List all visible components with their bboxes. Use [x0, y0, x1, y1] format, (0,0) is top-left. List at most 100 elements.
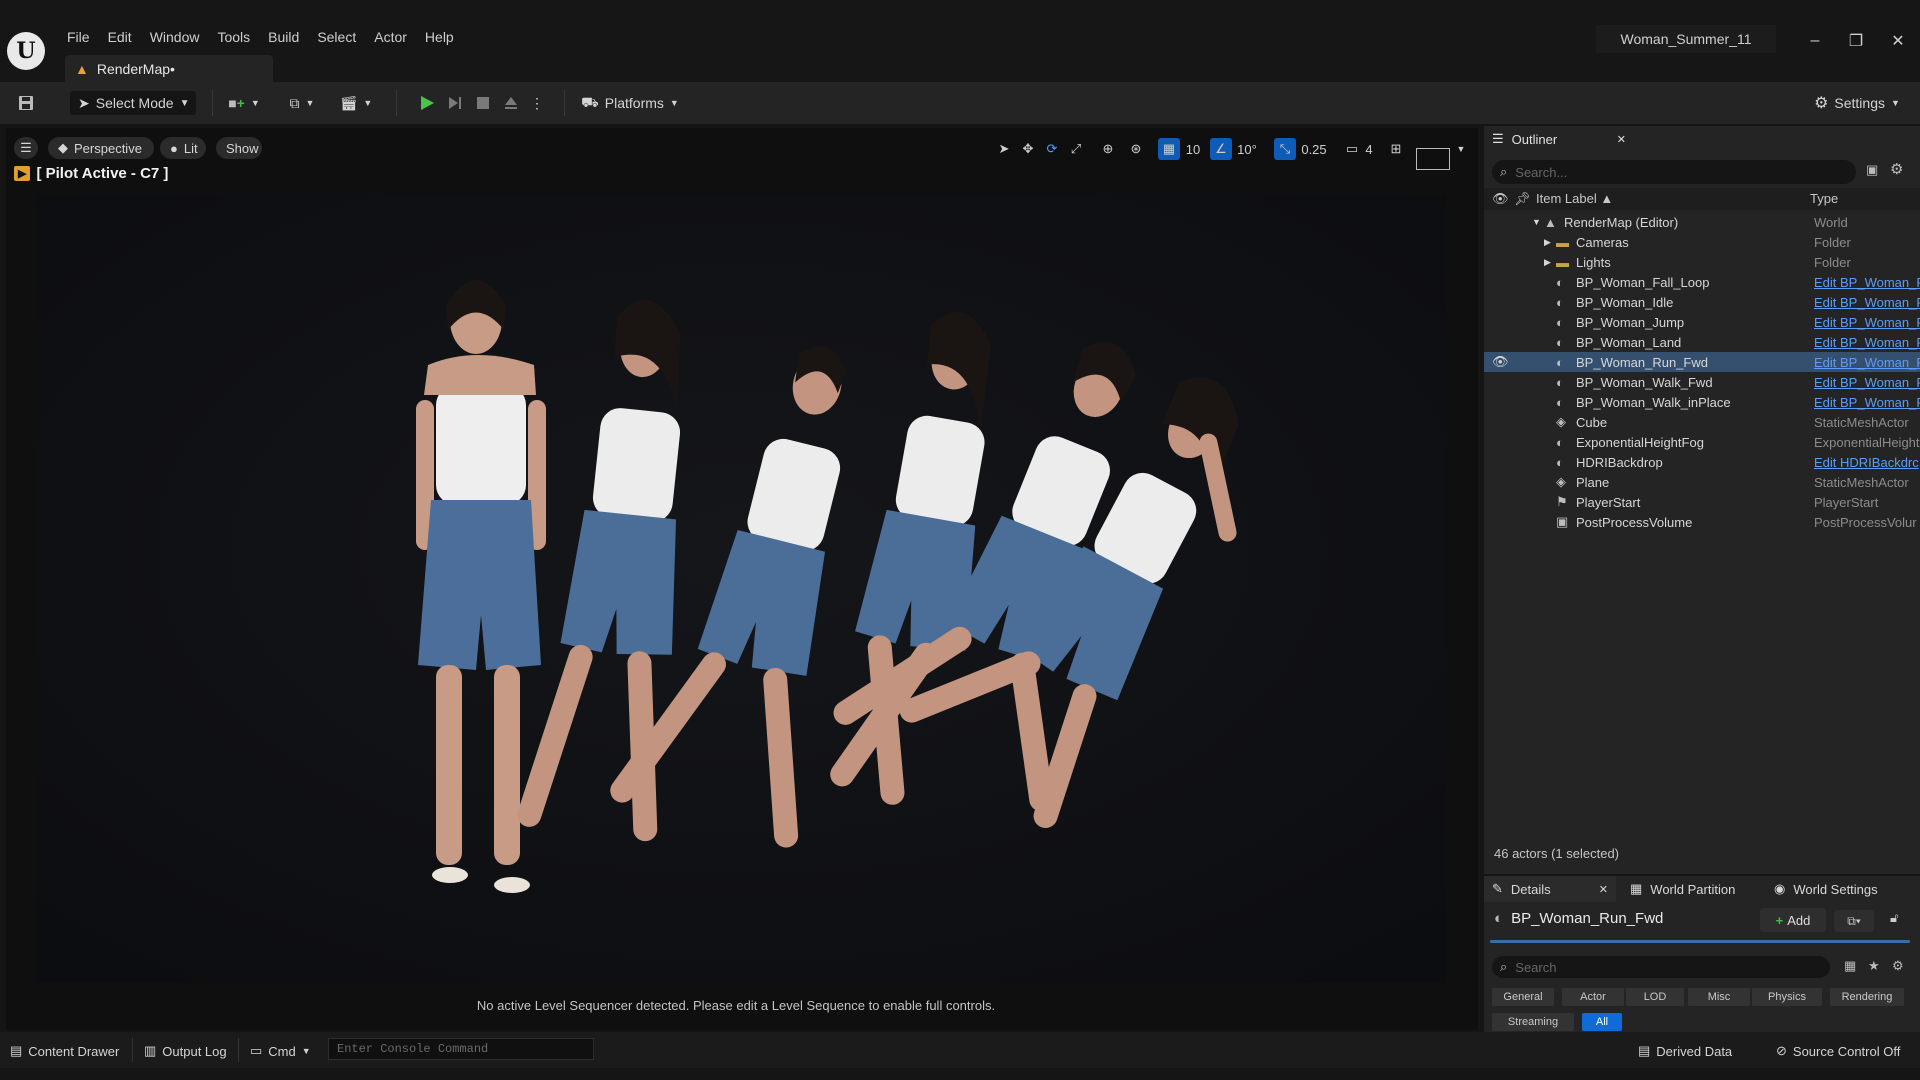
lock-icon[interactable]: 🔓︎: [1890, 910, 1898, 926]
show-dropdown[interactable]: Show: [216, 137, 262, 159]
item-label-header[interactable]: Item Label ▲: [1536, 191, 1613, 206]
viewport-menu-icon[interactable]: ☰: [14, 137, 38, 159]
tab-world-settings[interactable]: ◉ World Settings: [1774, 876, 1878, 902]
menu-select[interactable]: Select: [308, 25, 365, 49]
menu-edit[interactable]: Edit: [99, 25, 141, 49]
outliner-tab[interactable]: ☰ Outliner ✕: [1484, 126, 1634, 152]
filter-all[interactable]: All: [1582, 1013, 1622, 1031]
edit-blueprint-link[interactable]: Edit BP_Woman_F: [1814, 275, 1920, 290]
outliner-row[interactable]: ◐ BP_Woman_Walk_Fwd Edit BP_Woman_F: [1484, 372, 1920, 392]
output-log-button[interactable]: ▥ Output Log: [144, 1042, 227, 1060]
outliner-row[interactable]: ▶ ▬ Lights Folder: [1484, 252, 1920, 272]
menu-tools[interactable]: Tools: [208, 25, 259, 49]
rotation-snap-toggle[interactable]: ∠: [1210, 138, 1232, 160]
minimize-icon[interactable]: –: [1802, 28, 1828, 54]
outliner-row[interactable]: ◐ BP_Woman_Idle Edit BP_Woman_F: [1484, 292, 1920, 312]
outliner-row[interactable]: ◐ BP_Woman_Walk_inPlace Edit BP_Woman_F: [1484, 392, 1920, 412]
scale-snap-toggle[interactable]: ⤡: [1274, 138, 1296, 160]
filter-misc[interactable]: Misc: [1688, 988, 1750, 1006]
pilot-indicator[interactable]: ▶ [ Pilot Active - C7 ]: [14, 165, 168, 182]
derived-data-button[interactable]: ▤ Derived Data: [1638, 1042, 1732, 1060]
translate-tool-icon[interactable]: ✥: [1018, 138, 1038, 160]
collapse-arrow-icon[interactable]: ▶: [1544, 237, 1551, 248]
outliner-row[interactable]: ◐ HDRIBackdrop Edit HDRIBackdrc: [1484, 452, 1920, 472]
source-control-button[interactable]: ⊘ Source Control Off: [1776, 1042, 1900, 1060]
outliner-row[interactable]: ◐ BP_Woman_Land Edit BP_Woman_F: [1484, 332, 1920, 352]
viewport-layout-icon[interactable]: [1416, 148, 1450, 170]
play-options-icon[interactable]: ⋮: [530, 91, 544, 115]
menu-build[interactable]: Build: [259, 25, 308, 49]
blueprint-options-button[interactable]: ⧉▾: [1834, 910, 1874, 932]
chevron-down-icon[interactable]: ▼: [1454, 138, 1468, 160]
select-mode-dropdown[interactable]: ➤ Select Mode ▼: [70, 91, 196, 115]
outliner-row[interactable]: ▼ ▲ RenderMap (Editor) World: [1484, 212, 1920, 232]
camera-speed-value[interactable]: 4: [1362, 138, 1376, 160]
outliner-row[interactable]: ◈ Cube StaticMeshActor: [1484, 412, 1920, 432]
play-button[interactable]: [416, 91, 438, 115]
surface-snap-icon[interactable]: ⊛: [1126, 138, 1146, 160]
advance-frame-button[interactable]: [444, 91, 466, 115]
expand-arrow-icon[interactable]: ▼: [1532, 217, 1541, 227]
edit-blueprint-link[interactable]: Edit BP_Woman_F: [1814, 375, 1920, 390]
filter-actor[interactable]: Actor: [1562, 988, 1624, 1006]
grid-snap-toggle[interactable]: ▦: [1158, 138, 1180, 160]
grid-snap-value[interactable]: 10: [1182, 138, 1204, 160]
close-icon[interactable]: ✕: [1617, 133, 1626, 146]
close-icon[interactable]: ✕: [1599, 883, 1608, 896]
menu-file[interactable]: File: [58, 25, 99, 49]
blueprint-button[interactable]: ⧉ ▼: [282, 91, 322, 115]
rotate-tool-icon[interactable]: ⟳: [1042, 138, 1062, 160]
table-view-icon[interactable]: ▦: [1844, 958, 1856, 974]
star-icon[interactable]: ★: [1868, 958, 1880, 974]
edit-blueprint-link[interactable]: Edit BP_Woman_F: [1814, 355, 1920, 370]
outliner-row[interactable]: ▶ ▬ Cameras Folder: [1484, 232, 1920, 252]
filter-rendering[interactable]: Rendering: [1830, 988, 1904, 1006]
type-header[interactable]: Type: [1810, 191, 1838, 206]
outliner-row[interactable]: ⚑ PlayerStart PlayerStart: [1484, 492, 1920, 512]
outliner-search-input[interactable]: ⌕ Search...: [1492, 160, 1856, 184]
scale-snap-value[interactable]: 0.25: [1298, 138, 1330, 160]
edit-blueprint-link[interactable]: Edit BP_Woman_F: [1814, 315, 1920, 330]
edit-blueprint-link[interactable]: Edit HDRIBackdrc: [1814, 455, 1920, 470]
scale-tool-icon[interactable]: ⤢: [1066, 138, 1086, 160]
outliner-row[interactable]: 👁︎ ◐ BP_Woman_Run_Fwd Edit BP_Woman_F: [1484, 352, 1920, 372]
collapse-arrow-icon[interactable]: ▶: [1544, 257, 1551, 268]
settings-dropdown[interactable]: ⚙ Settings ▼: [1812, 91, 1902, 115]
select-tool-icon[interactable]: ➤: [994, 138, 1014, 160]
lit-dropdown[interactable]: ● Lit: [160, 137, 206, 159]
stop-button[interactable]: [472, 91, 494, 115]
viewport-render[interactable]: [36, 195, 1446, 983]
gear-icon[interactable]: ⚙: [1890, 160, 1903, 178]
filter-lod[interactable]: LOD: [1626, 988, 1684, 1006]
add-content-button[interactable]: ■ + ▼: [224, 91, 264, 115]
tab-details[interactable]: ✎ Details ✕: [1484, 876, 1616, 902]
perspective-dropdown[interactable]: ◆ Perspective: [48, 137, 154, 159]
outliner-row[interactable]: ▣ PostProcessVolume PostProcessVolur: [1484, 512, 1920, 532]
edit-blueprint-link[interactable]: Edit BP_Woman_F: [1814, 395, 1920, 410]
eject-button[interactable]: [500, 91, 522, 115]
layout-icon[interactable]: ⊞: [1386, 138, 1406, 160]
menu-window[interactable]: Window: [141, 25, 209, 49]
cmd-dropdown[interactable]: ▭ Cmd ▼: [250, 1042, 311, 1060]
restore-icon[interactable]: ❐: [1843, 28, 1869, 54]
world-space-icon[interactable]: ⊕: [1098, 138, 1118, 160]
close-window-icon[interactable]: ✕: [1885, 28, 1911, 54]
console-command-input[interactable]: Enter Console Command: [328, 1038, 594, 1060]
menu-actor[interactable]: Actor: [365, 25, 416, 49]
edit-blueprint-link[interactable]: Edit BP_Woman_F: [1814, 295, 1920, 310]
filter-streaming[interactable]: Streaming: [1492, 1013, 1574, 1031]
outliner-row[interactable]: ◈ Plane StaticMeshActor: [1484, 472, 1920, 492]
menu-help[interactable]: Help: [416, 25, 463, 49]
camera-speed-icon[interactable]: ▭: [1342, 138, 1362, 160]
level-tab[interactable]: ▲ RenderMap•: [65, 55, 273, 82]
save-icon[interactable]: [14, 91, 38, 115]
rotation-snap-value[interactable]: 10°: [1234, 138, 1260, 160]
cinematics-button[interactable]: 🎬︎ ▼: [336, 91, 376, 115]
platforms-dropdown[interactable]: ⛟ Platforms ▼: [580, 91, 680, 115]
outliner-row[interactable]: ◐ BP_Woman_Jump Edit BP_Woman_F: [1484, 312, 1920, 332]
gear-icon[interactable]: ⚙: [1892, 958, 1904, 974]
details-search-input[interactable]: ⌕ Search: [1492, 956, 1830, 978]
outliner-row[interactable]: ◐ ExponentialHeightFog ExponentialHeight: [1484, 432, 1920, 452]
unreal-logo-icon[interactable]: U: [7, 32, 45, 70]
filter-physics[interactable]: Physics: [1752, 988, 1822, 1006]
